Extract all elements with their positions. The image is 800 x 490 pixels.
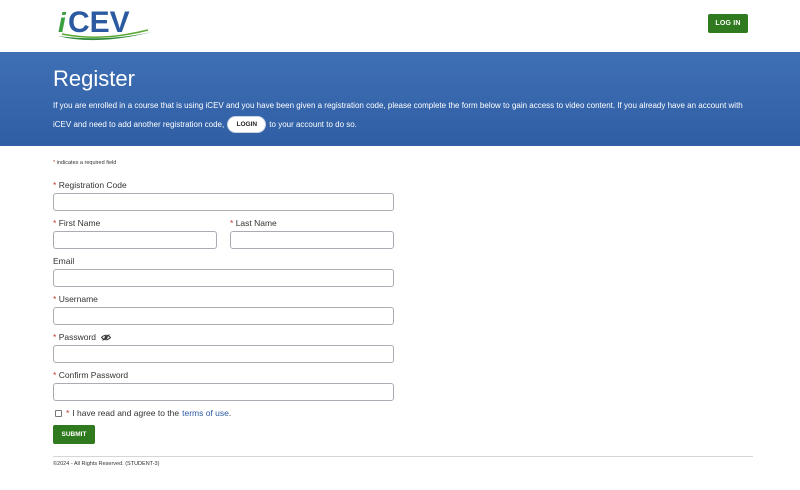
required-star: * <box>66 408 70 418</box>
show-password-icon[interactable] <box>101 334 112 342</box>
login-button[interactable]: LOG IN <box>708 14 748 33</box>
password-label-text: Password <box>58 332 97 342</box>
page-title: Register <box>53 66 135 91</box>
username-label-text: Username <box>58 294 98 304</box>
username-label: * Username <box>53 294 98 304</box>
registration-code-input[interactable] <box>53 193 394 211</box>
banner-description: If you are enrolled in a course that is … <box>53 96 758 134</box>
svg-text:i: i <box>58 7 67 38</box>
terms-agreement-row: * I have read and agree to the terms of … <box>55 408 231 418</box>
password-input[interactable] <box>53 345 394 363</box>
registration-form: * indicates a required field * Registrat… <box>0 146 800 490</box>
first-name-input[interactable] <box>53 231 217 249</box>
confirm-password-label-text: Confirm Password <box>58 370 129 380</box>
confirm-password-input[interactable] <box>53 383 394 401</box>
banner-text-part1: If you are enrolled in a course that is … <box>53 101 743 129</box>
required-field-note: * indicates a required field <box>53 160 116 166</box>
top-bar: i CEV LOG IN <box>0 0 800 52</box>
required-note-text: indicates a required field <box>56 160 117 166</box>
terms-checkbox[interactable] <box>55 409 62 417</box>
required-star: * <box>53 332 57 342</box>
footer-divider <box>53 456 753 457</box>
required-star: * <box>53 160 56 166</box>
password-label: * Password <box>53 332 112 342</box>
register-banner: Register If you are enrolled in a course… <box>0 52 800 146</box>
last-name-label-text: Last Name <box>235 218 277 228</box>
icev-logo[interactable]: i CEV <box>56 6 156 46</box>
required-star: * <box>53 218 57 228</box>
registration-code-label-text: Registration Code <box>58 180 127 190</box>
footer-copyright: ©2024 - All Rights Reserved. (STUDENT-3) <box>53 461 160 467</box>
registration-code-label: * Registration Code <box>53 180 127 190</box>
first-name-label-text: First Name <box>58 218 101 228</box>
svg-text:CEV: CEV <box>68 6 130 39</box>
banner-text-part2: to your account to do so. <box>269 120 357 129</box>
required-star: * <box>230 218 234 228</box>
email-input[interactable] <box>53 269 394 287</box>
agree-text: I have read and agree to the <box>72 408 180 418</box>
username-input[interactable] <box>53 307 394 325</box>
email-label: Email <box>53 256 75 266</box>
first-name-label: * First Name <box>53 218 100 228</box>
required-star: * <box>53 180 57 190</box>
required-star: * <box>53 294 57 304</box>
banner-login-button[interactable]: LOGIN <box>228 117 266 133</box>
last-name-label: * Last Name <box>230 218 277 228</box>
confirm-password-label: * Confirm Password <box>53 370 128 380</box>
agree-period: . <box>228 408 232 418</box>
submit-button[interactable]: SUBMIT <box>53 425 95 444</box>
terms-of-use-link[interactable]: terms of use <box>182 408 229 418</box>
last-name-input[interactable] <box>230 231 394 249</box>
required-star: * <box>53 370 57 380</box>
